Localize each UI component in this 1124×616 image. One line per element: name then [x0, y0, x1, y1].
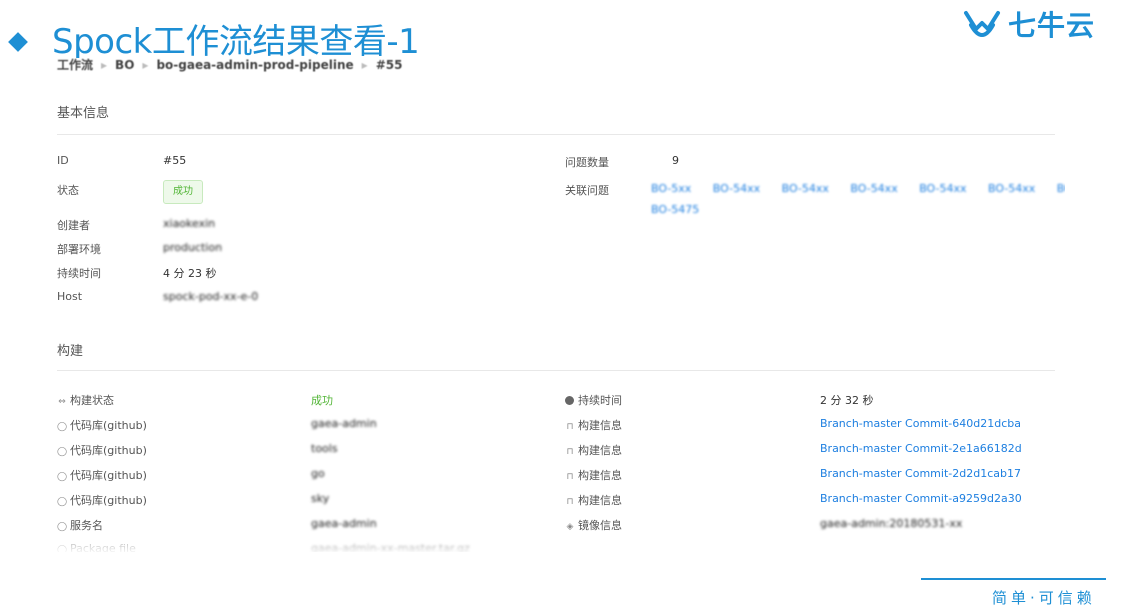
- build-info-label: ⊓ 构建信息: [566, 444, 622, 457]
- build-info-label: ⊓ 构建信息: [566, 494, 622, 507]
- status-badge: 成功: [163, 180, 203, 204]
- related-issues-link[interactable]: BO-5475: [651, 203, 699, 216]
- issue-count-value: 9: [672, 154, 679, 167]
- package-value: gaea-admin-xx-master.tar.gz: [311, 542, 470, 552]
- host-value: spock-pod-xx-e-0: [163, 290, 259, 303]
- service-label: ◯ 服务名: [57, 519, 103, 532]
- repo-label: ◯ 代码库(github): [57, 469, 147, 482]
- env-value: production: [163, 241, 223, 254]
- build-info-label: ⊓ 构建信息: [566, 419, 622, 432]
- github-icon: ◯: [57, 497, 68, 507]
- breadcrumb-item[interactable]: BO: [115, 58, 134, 72]
- id-label: ID: [57, 154, 69, 167]
- id-value: #55: [163, 154, 187, 167]
- commit-icon: ⊓: [566, 447, 574, 457]
- tag-icon: ◈: [566, 522, 574, 532]
- creator-value: xiaokexin: [163, 217, 216, 230]
- breadcrumb-item: #55: [375, 58, 403, 72]
- build-status-value: 成功: [311, 394, 333, 407]
- package-label: ◯ Package file: [57, 542, 136, 552]
- commit-icon: ⊓: [566, 422, 574, 432]
- duration-label: 持续时间: [57, 267, 101, 280]
- repo-label: ◯ 代码库(github): [57, 444, 147, 457]
- repo-value: sky: [311, 492, 330, 505]
- repo-value: gaea-admin: [311, 417, 377, 430]
- package-icon: ◯: [57, 545, 68, 552]
- logo-text: 七牛云: [1008, 9, 1096, 42]
- build-info-link[interactable]: Branch-master Commit-2e1a66182d: [820, 442, 1022, 455]
- title-bullet-icon: [8, 32, 28, 52]
- github-icon: ◯: [57, 422, 68, 432]
- spock-result-screenshot: 工作流 ▸ BO ▸ bo-gaea-admin-prod-pipeline ▸ #55 基…: [45, 58, 1065, 552]
- build-info-link[interactable]: Branch-master Commit-2d2d1cab17: [820, 467, 1021, 480]
- repo-label: ◯ 代码库(github): [57, 419, 147, 432]
- build-info-link[interactable]: Branch-master Commit-a9259d2a30: [820, 492, 1022, 505]
- related-issues-label: 关联问题: [565, 184, 609, 197]
- env-label: 部署环境: [57, 243, 101, 256]
- footer-slogan: 简单·可信赖: [992, 589, 1096, 607]
- host-label: Host: [57, 290, 83, 303]
- duration-value: 4 分 23 秒: [163, 267, 217, 280]
- build-status-label: ⇔ 构建状态: [58, 394, 114, 407]
- section-divider: [57, 134, 1055, 135]
- build-info-link[interactable]: Branch-master Commit-640d21dcba: [820, 417, 1021, 430]
- build-duration-value: 2 分 32 秒: [820, 394, 874, 407]
- repo-value: tools: [311, 442, 338, 455]
- basic-info-title: 基本信息: [57, 106, 110, 121]
- build-info-label: ⊓ 构建信息: [566, 469, 622, 482]
- service-icon: ◯: [57, 522, 68, 532]
- clock-icon: [565, 396, 574, 405]
- commit-icon: ⊓: [566, 472, 574, 482]
- github-icon: ◯: [57, 447, 68, 457]
- image-label: ◈ 镜像信息: [566, 519, 622, 532]
- issue-count-label: 问题数量: [565, 156, 609, 169]
- footer-divider: [921, 578, 1106, 580]
- service-value: gaea-admin: [311, 517, 377, 530]
- image-value: gaea-admin:20180531-xx: [820, 517, 963, 530]
- related-issues-link[interactable]: BO-5xx BO-54xx BO-54xx BO-54xx BO-54xx B…: [651, 182, 1065, 195]
- breadcrumb: 工作流 ▸ BO ▸ bo-gaea-admin-prod-pipeline ▸ #55: [57, 58, 403, 72]
- breadcrumb-item[interactable]: bo-gaea-admin-prod-pipeline: [156, 58, 353, 72]
- eye-icon: ⇔: [58, 397, 66, 407]
- breadcrumb-item[interactable]: 工作流: [57, 58, 93, 72]
- repo-label: ◯ 代码库(github): [57, 494, 147, 507]
- build-duration-label: 持续时间: [565, 392, 622, 408]
- status-label: 状态: [57, 184, 79, 197]
- section-divider: [57, 370, 1055, 371]
- creator-label: 创建者: [57, 219, 90, 232]
- build-title: 构建: [57, 344, 84, 359]
- commit-icon: ⊓: [566, 497, 574, 507]
- repo-value: go: [311, 467, 325, 480]
- github-icon: ◯: [57, 472, 68, 482]
